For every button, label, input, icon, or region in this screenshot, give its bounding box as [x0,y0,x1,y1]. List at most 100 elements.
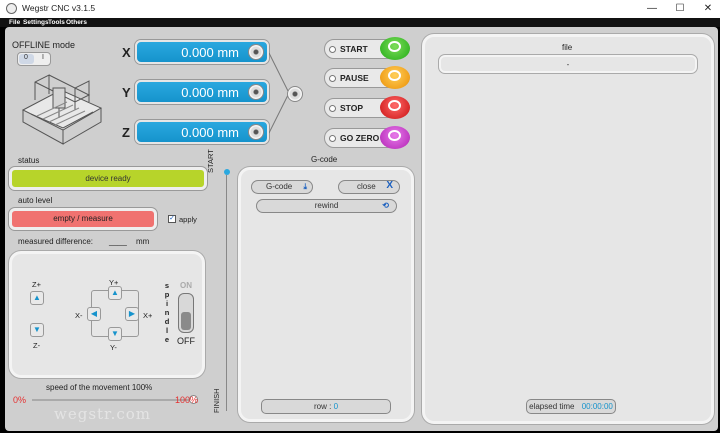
window-title: Wegstr CNC v3.1.5 [22,3,96,13]
row-value: 0 [333,402,339,411]
start-label: START [340,44,368,54]
close-button[interactable]: ✕ [693,0,720,18]
close-x-icon: X [386,180,393,191]
axis-x-value: 0.000 mm [181,45,239,60]
axis-z-field: 0.000 mm [135,120,269,144]
speed-min-label: 0% [13,395,27,405]
go-zero-knob-icon[interactable] [380,126,410,149]
stop-label: STOP [340,103,363,113]
spindle-on-label: ON [180,281,192,290]
empty-measure-button[interactable]: empty / measure [9,208,157,230]
gcode-close-button[interactable]: close X [338,180,400,194]
spindle-letter: d [164,317,170,326]
cnc-machine-illustration [21,74,103,145]
maximize-button[interactable]: ☐ [665,0,695,18]
download-icon: ⤓ [303,182,307,191]
go-zero-label: GO ZERO [340,133,380,143]
progress-finish-label: FINISH [212,388,221,413]
apply-checkbox[interactable]: ✓ [168,215,176,223]
menu-bar: File Settings Tools Others [0,18,720,27]
progress-start-marker [224,169,230,175]
measured-difference-label: measured difference: [18,237,94,246]
jog-x-plus-label: X+ [143,311,153,320]
spindle-letter: p [164,290,170,299]
all-axes-zero-button[interactable] [287,86,303,102]
wegstr-watermark: wegstr.com [54,405,151,423]
mode-switch-on: I [42,54,44,61]
apply-label: apply [179,215,197,224]
elapsed-time-label: elapsed time [529,402,575,411]
axis-x-field: 0.000 mm [135,40,269,64]
spindle-letter: l [165,326,169,335]
jog-z-plus-label: Z+ [32,280,41,289]
axis-y-field: 0.000 mm [135,80,269,104]
jog-z-minus-label: Z- [33,341,41,350]
app-icon [6,3,17,14]
gcode-title: G-code [311,155,338,164]
speed-max-label: 100% [175,395,199,405]
file-name-field: - [439,55,697,73]
jog-z-plus-button[interactable]: ▲ [30,291,44,305]
mode-switch-off: 0 [24,54,28,61]
axis-z-zero-button[interactable] [248,124,264,140]
status-bar: device ready [9,167,207,190]
axis-y-value: 0.000 mm [181,85,239,100]
axis-x-label: X [122,45,131,60]
file-title: file [562,43,573,52]
pause-knob-icon[interactable] [380,66,410,89]
jog-y-minus-label: Y- [110,343,117,352]
menu-settings[interactable]: Settings [23,18,49,27]
stop-knob-icon[interactable] [380,96,410,119]
file-panel [422,34,714,424]
progress-start-label: START [206,149,215,173]
axis-y-label: Y [122,85,131,100]
speed-label: speed of the movement 100% [46,383,153,392]
rewind-label: rewind [314,201,339,210]
measured-difference-unit: mm [136,237,150,246]
rewind-button[interactable]: rewind ⟲ [256,199,397,213]
spindle-label: s p i n d l e [163,281,171,344]
measured-difference-value: ____ [109,237,127,246]
mode-label: OFFLINE mode [12,40,76,50]
spindle-letter: e [164,335,170,344]
pause-label: PAUSE [340,73,369,83]
menu-others[interactable]: Others [66,18,87,27]
axis-x-zero-button[interactable] [248,44,264,60]
jog-z-minus-button[interactable]: ▼ [30,323,44,337]
axis-z-label: Z [122,125,130,140]
jog-x-minus-label: X- [75,311,83,320]
gcode-load-button[interactable]: G-code ⤓ [251,180,313,194]
elapsed-time-value: 00:00:00 [581,402,613,411]
jog-x-plus-button[interactable]: ▶ [125,307,139,321]
menu-file[interactable]: File [9,18,20,27]
spindle-toggle[interactable] [178,293,194,333]
status-label: status [18,156,40,165]
row-label: row : [313,402,332,411]
elapsed-time-indicator: elapsed time 00:00:00 [526,399,616,414]
start-radio-dot [329,46,336,53]
gcode-load-label: G-code [266,182,293,191]
jog-y-plus-button[interactable]: ▲ [108,286,122,300]
menu-tools[interactable]: Tools [48,18,65,27]
mode-switch[interactable]: 0 I [17,52,51,66]
autolevel-label: auto level [18,196,53,205]
go-zero-radio-dot [329,135,336,142]
axis-z-value: 0.000 mm [181,125,239,140]
spindle-state: OFF [177,336,195,346]
axis-y-zero-button[interactable] [248,84,264,100]
stop-radio-dot [329,105,336,112]
progress-track [226,175,227,411]
spindle-letter: i [165,299,169,308]
app-body: OFFLINE mode 0 I X 0.000 mm Y 0.000 mm Z… [5,27,718,431]
minimize-button[interactable]: — [637,0,667,18]
spindle-letter: n [164,308,170,317]
row-indicator: row : 0 [261,399,391,414]
speed-slider-track[interactable] [32,399,194,401]
jog-x-minus-button[interactable]: ◀ [87,307,101,321]
rewind-icon: ⟲ [382,201,389,210]
start-knob-icon[interactable] [380,37,410,60]
jog-y-minus-button[interactable]: ▼ [108,327,122,341]
title-bar: Wegstr CNC v3.1.5 — ☐ ✕ [0,0,720,18]
spindle-letter: s [164,281,170,290]
pause-radio-dot [329,75,336,82]
